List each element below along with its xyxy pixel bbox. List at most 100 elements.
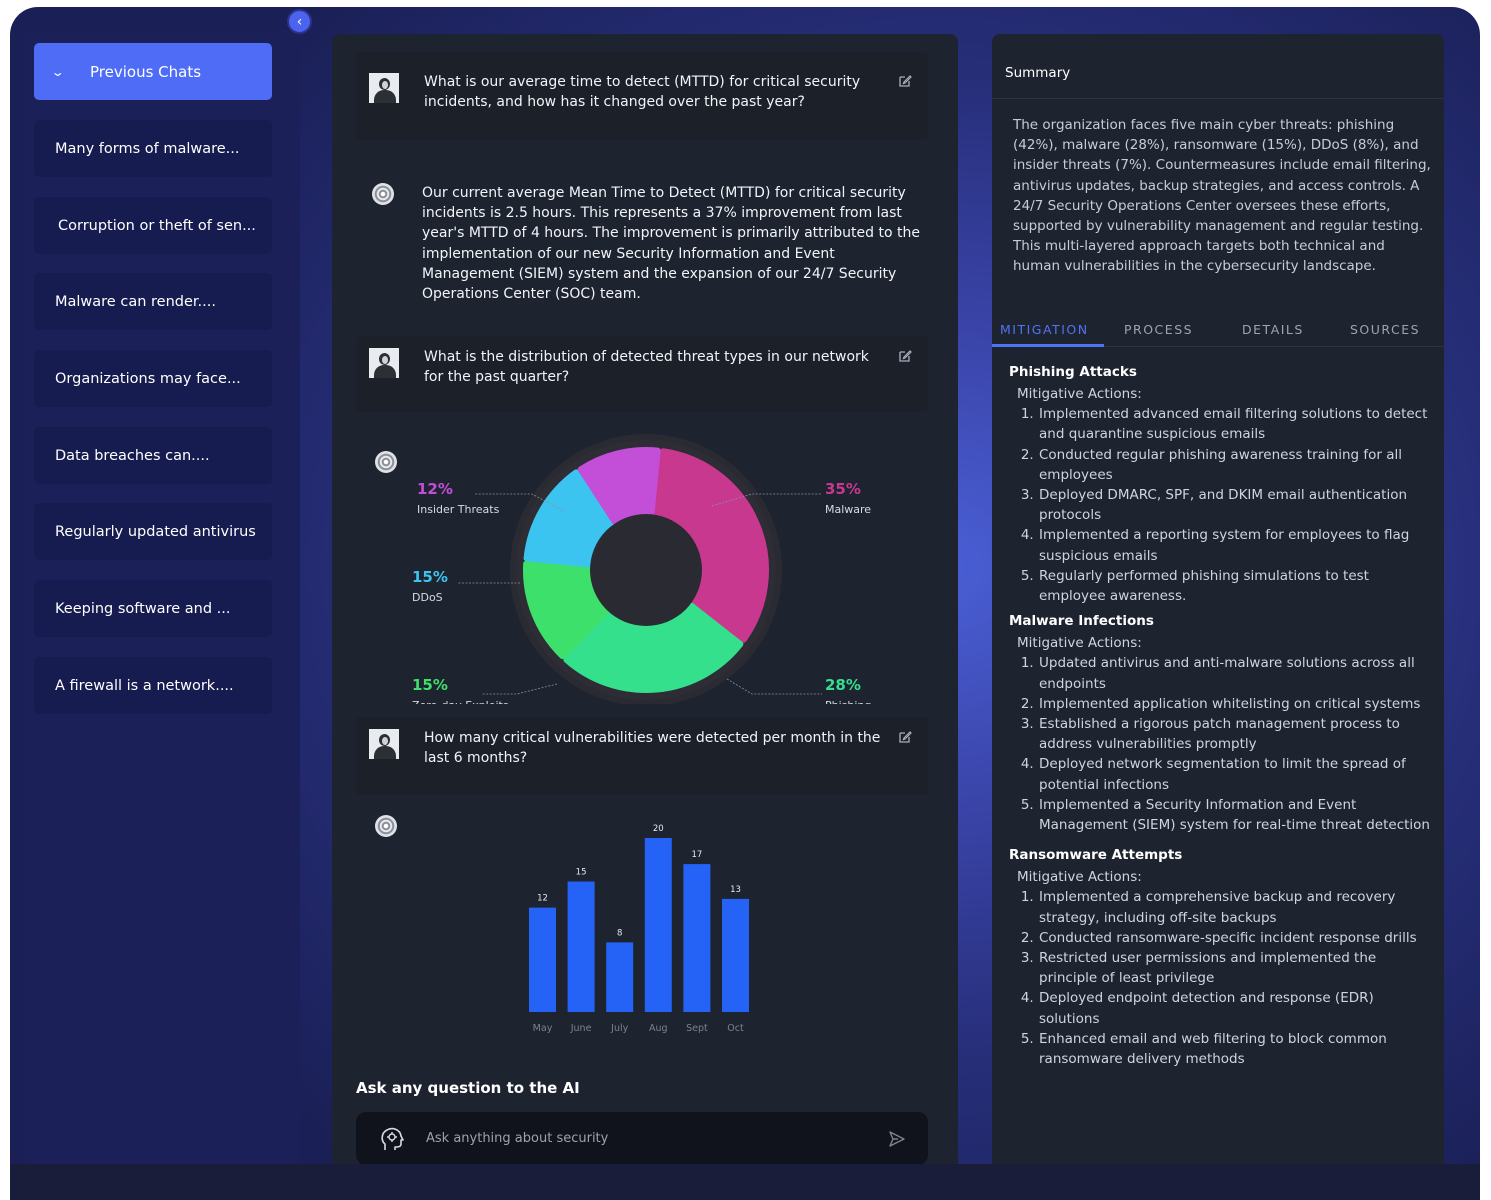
mitigation-item: Implemented a reporting system for emplo… bbox=[1038, 525, 1434, 565]
bar-oct bbox=[722, 898, 749, 1012]
edit-icon[interactable] bbox=[898, 349, 912, 363]
mitigation-item: Updated antivirus and anti-malware solut… bbox=[1038, 653, 1434, 693]
bar-category-label: Sept bbox=[686, 1023, 708, 1034]
mitigation-section: Ransomware Attempts Mitigative Actions:Im… bbox=[1009, 847, 1434, 1069]
chat-item[interactable]: Malware can render.... bbox=[34, 273, 272, 330]
mitigation-section: Malware Infections Mitigative Actions:Upd… bbox=[1009, 613, 1434, 835]
mitigation-item: Regularly performed phishing simulations… bbox=[1038, 566, 1434, 606]
donut-category-label: Malware bbox=[825, 503, 871, 516]
mitigation-item: Conducted ransomware-specific incident r… bbox=[1038, 928, 1434, 948]
app-window: ‹ ⌄ Previous Chats Many forms of malware… bbox=[10, 7, 1480, 1200]
bar-june bbox=[567, 881, 595, 1012]
mitigation-item: Deployed network segmentation to limit t… bbox=[1038, 754, 1434, 794]
mitigation-item: Deployed DMARC, SPF, and DKIM email auth… bbox=[1038, 485, 1434, 525]
user-avatar bbox=[369, 73, 399, 103]
tab-bar: MITIGATION PROCESS DETAILS SOURCES bbox=[992, 307, 1444, 347]
bar-value-label: 13 bbox=[730, 885, 741, 895]
user-question-text: How many critical vulnerabilities were d… bbox=[424, 730, 881, 766]
leader-line bbox=[482, 683, 558, 695]
edit-icon[interactable] bbox=[898, 730, 912, 744]
bottom-bar bbox=[10, 1164, 1480, 1200]
divider bbox=[992, 98, 1444, 99]
user-question-card: What is the distribution of detected thr… bbox=[356, 336, 928, 412]
mitigation-item: Implemented a comprehensive backup and r… bbox=[1038, 887, 1434, 927]
bar-category-label: July bbox=[610, 1023, 628, 1034]
ai-assistant-icon bbox=[372, 183, 394, 205]
tab-mitigation[interactable]: MITIGATION bbox=[1000, 322, 1089, 337]
donut-category-label: Phishing bbox=[825, 699, 871, 704]
user-avatar bbox=[369, 348, 399, 378]
bar-july bbox=[606, 942, 634, 1012]
bar-aug bbox=[644, 838, 672, 1012]
chat-item[interactable]: Many forms of malware... bbox=[34, 120, 272, 177]
previous-chats-label: Previous Chats bbox=[90, 62, 202, 81]
summary-text: The organization faces five main cyber t… bbox=[1013, 117, 1431, 275]
mitigation-content: Phishing AttacksMitigative Actions:Imple… bbox=[1009, 364, 1434, 1076]
mitigation-item: Restricted user permissions and implemen… bbox=[1038, 948, 1434, 988]
ai-answer-text: Our current average Mean Time to Detect … bbox=[422, 185, 920, 303]
bar-chart: 12 May 15 June 8 July 20 Aug 17 Sept 13 Oct bbox=[529, 824, 749, 1034]
donut-value-label: 15% bbox=[412, 568, 448, 586]
donut-value-label: 15% bbox=[412, 676, 448, 694]
user-question-card: How many critical vulnerabilities were d… bbox=[356, 717, 928, 795]
donut-value-label: 12% bbox=[417, 480, 453, 498]
ai-assistant-icon bbox=[375, 815, 397, 837]
send-icon[interactable] bbox=[888, 1130, 906, 1148]
tab-process[interactable]: PROCESS bbox=[1124, 322, 1193, 337]
chevron-left-icon: ‹ bbox=[296, 13, 303, 30]
bar-value-label: 12 bbox=[537, 894, 548, 904]
tab-sources[interactable]: SOURCES bbox=[1350, 322, 1420, 337]
previous-chats-toggle[interactable]: ⌄ Previous Chats bbox=[34, 43, 272, 100]
tab-details[interactable]: DETAILS bbox=[1242, 322, 1304, 337]
bar-value-label: 8 bbox=[617, 928, 622, 938]
bar-category-label: Oct bbox=[727, 1023, 744, 1034]
summary-panel: Summary The organization faces five main… bbox=[992, 34, 1444, 1177]
chat-item[interactable]: Keeping software and ... bbox=[34, 580, 272, 637]
summary-title: Summary bbox=[1005, 65, 1071, 81]
mitigation-section-title: Phishing Attacks bbox=[1009, 364, 1137, 380]
mitigation-subtitle: Mitigative Actions: bbox=[1017, 869, 1142, 886]
ask-label: Ask any question to the AI bbox=[356, 1079, 580, 1097]
edit-icon[interactable] bbox=[898, 74, 912, 88]
mitigation-subtitle: Mitigative Actions: bbox=[1017, 635, 1142, 652]
mitigation-item: Established a rigorous patch management … bbox=[1038, 714, 1434, 754]
active-tab-indicator bbox=[992, 344, 1104, 347]
mitigation-item: Implemented advanced email filtering sol… bbox=[1038, 404, 1434, 444]
chevron-down-icon: ⌄ bbox=[50, 64, 65, 79]
donut-category-label: Insider Threats bbox=[417, 503, 500, 516]
chat-item[interactable]: A firewall is a network.... bbox=[34, 657, 272, 714]
mitigation-list: Updated antivirus and anti-malware solut… bbox=[1038, 653, 1434, 835]
collapse-sidebar-button[interactable]: ‹ bbox=[287, 9, 312, 34]
ai-brain-icon bbox=[381, 1127, 404, 1150]
mitigation-subtitle: Mitigative Actions: bbox=[1017, 386, 1142, 402]
chat-item[interactable]: Corruption or theft of sen... bbox=[34, 197, 272, 254]
chat-panel: What is our average time to detect (MTTD… bbox=[332, 34, 958, 1177]
ask-box bbox=[356, 1112, 928, 1165]
mitigation-list: Implemented a comprehensive backup and r… bbox=[1038, 887, 1434, 1069]
user-avatar bbox=[369, 729, 399, 759]
donut-category-label: DDoS bbox=[412, 591, 443, 604]
mitigation-section-title: Ransomware Attempts bbox=[1009, 847, 1183, 864]
vulnerabilities-bar-chart: 12 May 15 June 8 July 20 Aug 17 Sept 13 Oct bbox=[492, 809, 772, 1049]
threat-distribution-chart: 35% Malware 28% Phishing 15% Zero-day Exploit… bbox=[332, 434, 958, 712]
user-question-text: What is our average time to detect (MTTD… bbox=[424, 74, 861, 110]
mitigation-item: Enhanced email and web filtering to bloc… bbox=[1038, 1029, 1434, 1069]
leader-line bbox=[726, 678, 822, 695]
mitigation-item: Conducted regular phishing awareness tra… bbox=[1038, 445, 1434, 485]
donut-hole bbox=[590, 514, 702, 626]
chat-item[interactable]: Organizations may face... bbox=[34, 350, 272, 407]
bar-may bbox=[529, 907, 556, 1012]
mitigation-item: Deployed endpoint detection and response… bbox=[1038, 988, 1434, 1028]
donut-chart: 35% Malware 28% Phishing 15% Zero-day Exploit… bbox=[412, 434, 871, 712]
mitigation-list: Implemented advanced email filtering sol… bbox=[1038, 404, 1434, 606]
mitigation-item: Implemented application whitelisting on … bbox=[1038, 694, 1434, 714]
bar-value-label: 15 bbox=[576, 868, 587, 878]
ask-input[interactable] bbox=[426, 1127, 866, 1149]
chat-item[interactable]: Data breaches can.... bbox=[34, 427, 272, 484]
bar-category-label: June bbox=[570, 1023, 592, 1034]
chat-item[interactable]: Regularly updated antivirus bbox=[34, 503, 272, 560]
mitigation-section: Phishing Attacks Mitigative Actions: Imple… bbox=[1009, 364, 1434, 606]
user-question-card: What is our average time to detect (MTTD… bbox=[356, 52, 928, 140]
bar-category-label: Aug bbox=[649, 1023, 668, 1034]
bar-sept bbox=[683, 864, 711, 1012]
